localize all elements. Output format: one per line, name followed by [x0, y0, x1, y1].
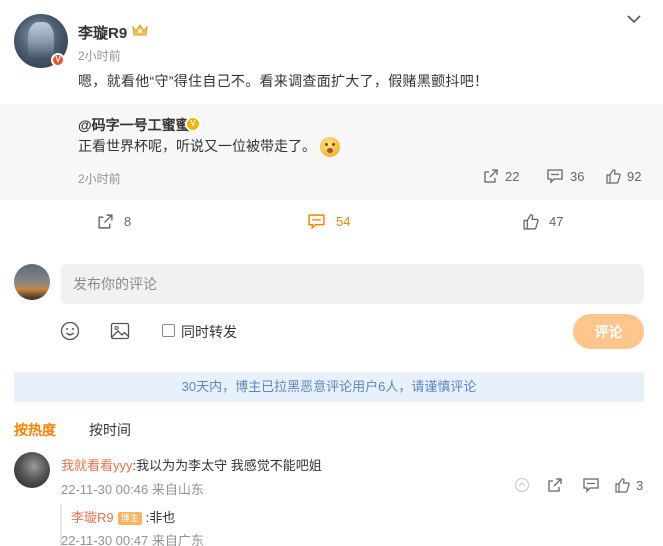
comment-input[interactable] — [61, 264, 644, 304]
commenter-name[interactable]: 我就看看yyy — [61, 458, 133, 473]
comment-reply-icon[interactable] — [582, 477, 600, 493]
repost-time: 2小时前 — [78, 172, 121, 186]
repost-checkbox-label[interactable]: 同时转发 — [181, 322, 237, 342]
reply-author-name[interactable]: 李璇R9 — [71, 510, 114, 525]
chevron-down-icon[interactable] — [625, 12, 643, 26]
comment-like-button[interactable]: 3 — [614, 477, 643, 493]
reply-body: 李璇R9 博主:非也 — [71, 507, 175, 526]
comment-more-icon[interactable] — [514, 477, 530, 493]
submit-comment-button[interactable]: 评论 — [573, 314, 644, 349]
thumbs-up-icon — [614, 477, 630, 493]
commenter-avatar[interactable] — [14, 452, 50, 488]
like-button[interactable]: 47 — [522, 213, 563, 230]
comment-meta: 22-11-30 00:46 来自山东 — [61, 482, 204, 497]
repost-text-content: 正看世界杯呢，听说又一位被带走了。 — [78, 138, 316, 154]
comment-like-count: 3 — [636, 477, 644, 493]
crown-icon — [131, 22, 149, 38]
tab-sort-by-time[interactable]: 按时间 — [89, 420, 131, 440]
comment-body: 我就看看yyy:我以为为李太守 我感觉不能吧姐 — [61, 455, 322, 474]
repost-checkbox[interactable] — [162, 324, 175, 337]
author-badge: 博主 — [117, 512, 142, 526]
block-notice-banner: 30天内，博主已拉黑恶意评论用户6人，请谨慎评论 — [14, 372, 644, 402]
current-user-avatar[interactable] — [14, 264, 50, 300]
tab-sort-by-hot[interactable]: 按热度 — [14, 420, 56, 440]
share-count: 8 — [124, 214, 132, 229]
repost-share-button[interactable]: 22 — [483, 168, 519, 184]
reply-text: :非也 — [145, 510, 176, 525]
post-time: 2小时前 — [78, 49, 121, 63]
post-text: 嗯，就看他“守”得住自己不。看来调查面扩大了，假赌黑颤抖吧！ — [78, 73, 489, 89]
share-icon — [483, 168, 499, 184]
repost-author-name[interactable]: @码字一号工蜜蜜 — [78, 115, 190, 135]
comment-button[interactable]: 54 — [307, 213, 350, 230]
verified-badge-icon: V — [51, 53, 65, 67]
repost-like-button[interactable]: 92 — [605, 168, 641, 184]
like-count: 47 — [549, 214, 564, 229]
repost-like-count: 92 — [627, 168, 642, 184]
comment-share-icon[interactable] — [547, 477, 563, 493]
comment-icon — [546, 168, 564, 184]
repost-comment-button[interactable]: 36 — [546, 168, 584, 184]
shocked-emoji-icon — [319, 137, 340, 158]
yellow-verified-icon: V — [185, 116, 201, 132]
image-upload-icon[interactable] — [110, 322, 130, 340]
emoji-picker-icon[interactable] — [60, 321, 80, 341]
thumbs-up-icon — [522, 213, 539, 230]
comment-icon — [307, 213, 326, 230]
comment-count: 54 — [336, 214, 351, 229]
reply-meta: 22-11-30 00:47 来自广东 — [61, 533, 204, 546]
thumbs-up-icon — [605, 168, 621, 184]
repost-share-count: 22 — [505, 168, 520, 184]
repost-comment-count: 36 — [570, 168, 585, 184]
post-author-name[interactable]: 李璇R9 — [78, 22, 127, 43]
comment-text: :我以为为李太守 我感觉不能吧姐 — [132, 458, 322, 473]
repost-text: 正看世界杯呢，听说又一位被带走了。 — [78, 136, 340, 158]
share-button[interactable]: 8 — [97, 213, 131, 230]
share-icon — [97, 213, 114, 230]
